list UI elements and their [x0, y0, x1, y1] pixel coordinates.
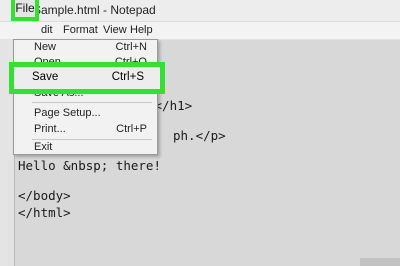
menu-item-shortcut: Ctrl+S: [111, 71, 144, 83]
menu-bar: dit Format View Help: [0, 22, 400, 40]
menu-item-label: Print...: [34, 123, 66, 135]
code-line: </body>: [18, 188, 71, 203]
menu-item-shortcut: Ctrl+P: [116, 123, 147, 135]
menu-edit[interactable]: dit: [41, 24, 53, 36]
menu-view[interactable]: View: [103, 24, 127, 36]
menu-item-exit[interactable]: Exit: [14, 140, 157, 154]
menu-item-shortcut: Ctrl+N: [115, 41, 147, 53]
menu-format[interactable]: Format: [63, 24, 98, 36]
menu-item-new[interactable]: New Ctrl+N: [14, 40, 157, 56]
title-bar: Sample.html - Notepad: [0, 0, 400, 22]
menu-item-print[interactable]: Print... Ctrl+P: [14, 122, 157, 138]
code-line: Hello &nbsp; there!: [18, 158, 161, 173]
code-line: </html>: [18, 205, 71, 220]
menu-item-label: Page Setup...: [34, 107, 101, 119]
corner-decoration: [360, 258, 400, 266]
menu-item-save[interactable]: Save Ctrl+S: [9, 62, 165, 94]
menu-item-label: New: [34, 41, 57, 53]
menu-file[interactable]: File: [11, 0, 39, 21]
menu-separator: [32, 102, 152, 103]
menu-item-label: Exit: [34, 141, 53, 153]
menu-item-page-setup[interactable]: Page Setup...: [14, 106, 157, 122]
menu-help[interactable]: Help: [130, 24, 153, 36]
file-menu-dropdown: New Ctrl+N Open... Ctrl+O Save As... Pag…: [13, 39, 158, 155]
code-line: ph.</p>: [173, 128, 226, 143]
window-title: Sample.html - Notepad: [33, 3, 156, 17]
menu-item-label: Save: [32, 71, 59, 83]
